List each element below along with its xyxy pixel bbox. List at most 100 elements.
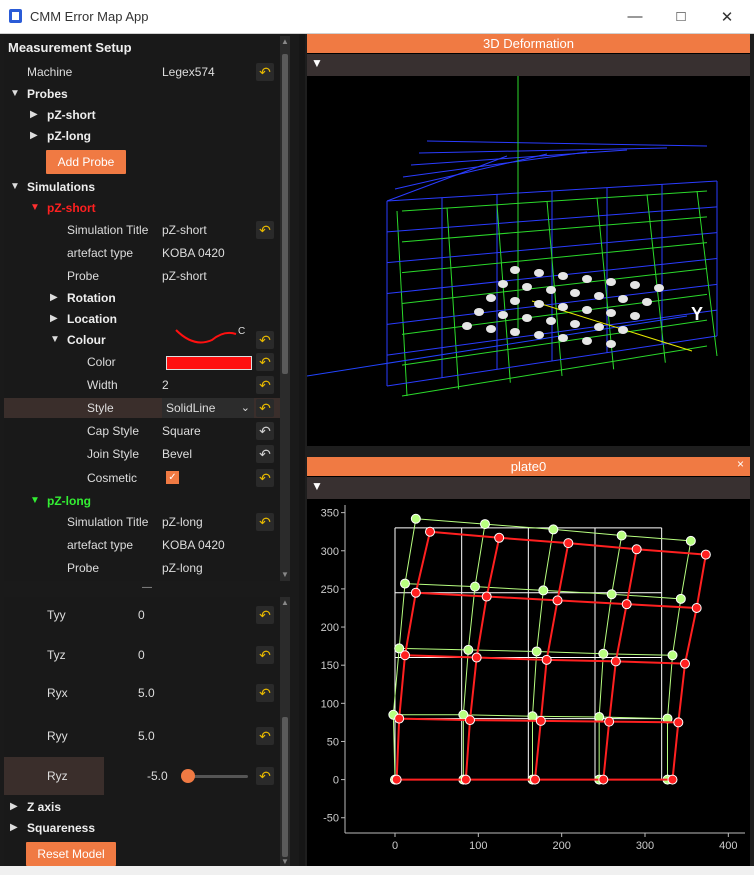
reset-icon[interactable]: ↶ <box>256 399 274 417</box>
chevron-down-icon[interactable]: ▼ <box>30 198 42 218</box>
rotation-group[interactable]: ▶ Rotation <box>4 288 280 308</box>
scrollbar-thumb[interactable] <box>282 717 288 857</box>
color-swatch[interactable] <box>166 356 252 370</box>
property-row[interactable]: Simulation Title pZ-long ↶ <box>4 512 280 532</box>
chevron-right-icon[interactable]: ▶ <box>10 797 22 817</box>
property-row-selected[interactable]: Style SolidLine ⌄ ↶ <box>4 398 280 418</box>
reset-icon[interactable]: ↶ <box>256 646 274 664</box>
chevron-down-icon[interactable]: ▼ <box>30 491 42 511</box>
plate-plot[interactable]: 0 100 200 300 400 -50 0 50 100 150 200 250 300 350 <box>307 499 750 870</box>
sphere-marker <box>570 289 580 297</box>
reset-icon[interactable]: ↶ <box>256 422 274 440</box>
reset-icon[interactable]: ↶ <box>256 606 274 624</box>
simulation-item[interactable]: ▼ pZ-short <box>4 198 280 218</box>
simulation-item[interactable]: ▼ pZ-long <box>4 491 280 511</box>
vertical-scrollbar[interactable]: ▲ ▼ <box>280 36 290 581</box>
sphere-marker <box>594 323 604 331</box>
property-row[interactable]: Cap Style Square ↶ <box>4 421 280 441</box>
property-row[interactable]: Simulation Title pZ-short ↶ <box>4 220 280 240</box>
style-dropdown[interactable]: SolidLine ⌄ <box>162 398 254 418</box>
parameter-row[interactable]: Tyy 0 ↶ <box>4 605 280 625</box>
parameter-row-selected[interactable]: Ryz -5.0 ↶ <box>4 757 280 795</box>
reset-icon[interactable]: ↶ <box>256 221 274 239</box>
parameter-row[interactable]: Ryy 5.0 ↶ <box>4 726 280 746</box>
reset-icon[interactable]: ↶ <box>256 63 274 81</box>
minimize-button[interactable]: — <box>612 0 658 33</box>
property-label: Color <box>87 355 116 369</box>
reset-model-button[interactable]: Reset Model <box>26 842 116 866</box>
chevron-down-icon[interactable]: ⌄ <box>241 398 250 418</box>
maximize-button[interactable]: □ <box>658 0 704 33</box>
reset-icon[interactable]: ↶ <box>256 513 274 531</box>
parameter-row[interactable]: Tyz 0 ↶ <box>4 645 280 665</box>
deformation-3d-view[interactable]: Y <box>307 76 750 446</box>
wireframe-line <box>696 190 718 357</box>
probe-item[interactable]: ▶ pZ-short <box>4 105 280 125</box>
reset-icon[interactable]: ↶ <box>256 445 274 463</box>
colour-group[interactable]: ▼ Colour C ↶ <box>4 326 280 350</box>
chevron-right-icon[interactable]: ▶ <box>50 309 62 329</box>
property-row[interactable]: Probe pZ-long <box>4 558 280 578</box>
chevron-right-icon[interactable]: ▶ <box>50 288 62 308</box>
ryz-slider-handle[interactable] <box>181 769 195 783</box>
property-row[interactable]: artefact type KOBA 0420 <box>4 535 280 555</box>
cosmetic-checkbox[interactable]: ✓ <box>166 471 179 484</box>
reset-icon[interactable]: ↶ <box>256 767 274 785</box>
chevron-down-icon[interactable]: ▼ <box>10 177 22 197</box>
property-label: Simulation Title <box>67 223 149 237</box>
probe-item[interactable]: ▶ pZ-long <box>4 126 280 146</box>
sphere-marker <box>594 292 604 300</box>
property-row[interactable]: artefact type KOBA 0420 <box>4 243 280 263</box>
splitter-handle[interactable]: — <box>4 583 290 594</box>
property-row[interactable]: Probe pZ-short <box>4 266 280 286</box>
property-row[interactable]: Color ↶ <box>4 352 280 372</box>
chevron-right-icon[interactable]: ▶ <box>10 818 22 838</box>
reset-icon[interactable]: ↶ <box>256 331 274 349</box>
sphere-marker <box>618 326 628 334</box>
sphere-marker <box>474 308 484 316</box>
z-axis-group[interactable]: ▶ Z axis <box>4 797 280 817</box>
squareness-group[interactable]: ▶ Squareness <box>4 818 280 838</box>
add-probe-button[interactable]: Add Probe <box>46 150 126 174</box>
svg-text:C: C <box>238 326 245 337</box>
simulations-group[interactable]: ▼ Simulations <box>4 177 280 197</box>
scrollbar-thumb[interactable] <box>282 54 288 374</box>
reset-icon[interactable]: ↶ <box>256 469 274 487</box>
chevron-down-icon[interactable]: ▼ <box>50 330 62 350</box>
reset-icon[interactable]: ↶ <box>256 684 274 702</box>
parameter-row[interactable]: Ryx 5.0 ↶ <box>4 683 280 703</box>
data-point <box>563 538 574 549</box>
dock-separator[interactable] <box>299 34 305 875</box>
close-icon[interactable]: × <box>737 457 744 471</box>
property-row[interactable]: Cosmetic ✓ ↶ <box>4 468 280 488</box>
toolbar-toggle-icon[interactable]: ▼ <box>311 479 323 493</box>
chevron-right-icon[interactable]: ▶ <box>30 126 42 146</box>
scroll-up-icon[interactable]: ▲ <box>280 597 290 609</box>
simulation-name: pZ-long <box>47 494 91 508</box>
sphere-marker <box>534 269 544 277</box>
probes-group[interactable]: ▼ Probes <box>4 84 280 104</box>
close-button[interactable]: ✕ <box>704 0 750 33</box>
chevron-down-icon[interactable]: ▼ <box>10 84 22 104</box>
data-point <box>465 715 475 726</box>
data-point <box>598 648 609 659</box>
property-row[interactable]: Join Style Bevel ↶ <box>4 444 280 464</box>
chevron-right-icon[interactable]: ▶ <box>30 105 42 125</box>
property-row[interactable]: Width 2 ↶ <box>4 375 280 395</box>
data-point <box>530 774 540 785</box>
sphere-marker <box>606 340 616 348</box>
reset-icon[interactable]: ↶ <box>256 376 274 394</box>
data-point <box>494 532 505 543</box>
scroll-up-icon[interactable]: ▲ <box>280 36 290 48</box>
scroll-down-icon[interactable]: ▼ <box>280 569 290 581</box>
data-point <box>680 658 690 669</box>
machine-row[interactable]: Machine Legex574 ↶ <box>4 62 280 82</box>
wireframe-line <box>418 147 668 154</box>
data-point <box>400 578 410 589</box>
toolbar-toggle-icon[interactable]: ▼ <box>311 56 323 70</box>
sphere-marker <box>498 280 508 288</box>
property-label: Probe <box>67 269 100 283</box>
reset-icon[interactable]: ↶ <box>256 727 274 745</box>
reset-icon[interactable]: ↶ <box>256 353 274 371</box>
vertical-scrollbar[interactable]: ▲ ▼ <box>280 597 290 868</box>
